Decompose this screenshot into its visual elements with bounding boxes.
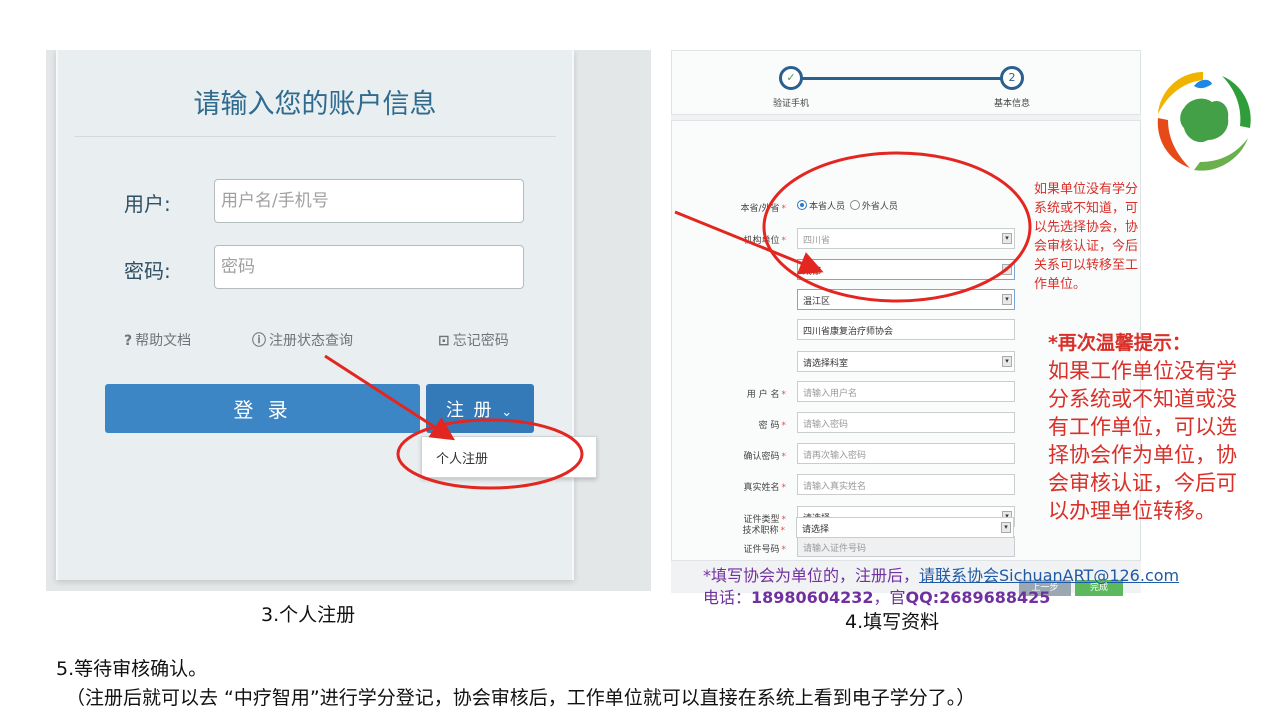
org-name-select[interactable]: 四川省康复治疗师协会 bbox=[797, 319, 1015, 340]
caption-right: 4.填写资料 bbox=[845, 611, 940, 633]
check-icon: ✓ bbox=[779, 66, 803, 90]
form-password-input[interactable]: 请输入密码 bbox=[797, 412, 1015, 433]
idno-label: 证件号码 * bbox=[743, 545, 786, 555]
step5-note: （注册后就可以去 “中疗智用”进行学分登记，协会审核后，工作单位就可以直接在系统… bbox=[66, 687, 976, 709]
org-dept-select[interactable]: 请选择科室 ▾ bbox=[797, 351, 1015, 372]
dropdown-arrow-icon: ▾ bbox=[1002, 264, 1012, 275]
tech-title-select[interactable]: 请选择 ▾ bbox=[796, 517, 1014, 538]
username-input[interactable] bbox=[214, 179, 524, 223]
realname-input[interactable]: 请输入真实姓名 bbox=[797, 474, 1015, 495]
radio-other[interactable] bbox=[849, 200, 860, 210]
user-label: 用户: bbox=[124, 192, 171, 216]
step2-circle: 2 bbox=[1000, 66, 1024, 90]
status-query-label: 注册状态查询 bbox=[269, 333, 353, 349]
province-label: 本省/外省 * bbox=[740, 204, 786, 214]
login-button[interactable]: 登 录 bbox=[105, 384, 420, 433]
org-province-select[interactable]: 四川省 ▾ bbox=[797, 228, 1015, 249]
contact-email-link[interactable]: 请联系协会SichuanART@126.com bbox=[919, 566, 1179, 585]
dropdown-arrow-icon: ▾ bbox=[1002, 294, 1012, 305]
login-card: 请输入您的账户信息 用户: 密码: ?帮助文档 ⓘ注册状态查询 ⊡忘记密码 登 … bbox=[56, 50, 574, 580]
password-label: 密码: bbox=[124, 259, 171, 283]
step-line bbox=[800, 77, 1012, 80]
step-bar: ✓ 2 验证手机 基本信息 bbox=[671, 50, 1141, 115]
login-screenshot: 请输入您的账户信息 用户: 密码: ?帮助文档 ⓘ注册状态查询 ⊡忘记密码 登 … bbox=[46, 50, 651, 591]
forgot-password-link[interactable]: ⊡ 忘记密码 bbox=[438, 330, 509, 350]
personal-register-item[interactable]: 个人注册 bbox=[436, 448, 488, 467]
step2-label: 基本信息 bbox=[994, 99, 1031, 109]
confirm-label: 确认密码 * bbox=[743, 452, 786, 462]
login-title: 请输入您的账户信息 bbox=[193, 89, 437, 120]
confirm-password-input[interactable]: 请再次输入密码 bbox=[797, 443, 1015, 464]
tip-body: 如果工作单位没有学分系统或不知道或没有工作单位，可以选择协会作为单位，协会审核认… bbox=[1048, 359, 1237, 523]
org-label: 机构单位 * bbox=[743, 236, 786, 246]
dropdown-arrow-icon: ▾ bbox=[1001, 522, 1011, 533]
status-query-link[interactable]: ⓘ 注册状态查询 bbox=[252, 330, 353, 350]
register-button[interactable]: 注 册 ⌄ bbox=[426, 384, 534, 433]
step1-label: 验证手机 bbox=[773, 99, 810, 109]
realname-label: 真实姓名 * bbox=[743, 483, 786, 493]
help-doc-label: 帮助文档 bbox=[135, 333, 192, 349]
form-username-input[interactable]: 请输入用户名 bbox=[797, 381, 1015, 402]
tip-title: *再次温馨提示： bbox=[1048, 332, 1191, 354]
form-password-label: 密 码 * bbox=[758, 421, 786, 431]
register-dropdown: 个人注册 bbox=[421, 436, 597, 478]
province-radio-group[interactable]: 本省人员 外省人员 bbox=[797, 199, 898, 212]
dropdown-arrow-icon: ▾ bbox=[1002, 356, 1012, 367]
annotation-note: 如果单位没有学分系统或不知道，可以先选择协会，协会审核认证，今后关系可以转移至工… bbox=[1034, 182, 1139, 292]
help-doc-link[interactable]: ? 帮助文档 bbox=[124, 330, 191, 350]
contact-line-1: *填写协会为单位的，注册后，请联系协会SichuanART@126.com bbox=[703, 566, 1180, 585]
slide: 请输入您的账户信息 用户: 密码: ?帮助文档 ⓘ注册状态查询 ⊡忘记密码 登 … bbox=[0, 0, 1280, 720]
divider bbox=[74, 136, 556, 137]
org-city-select[interactable]: 成都 ▾ bbox=[797, 259, 1015, 280]
chevron-down-icon: ⌄ bbox=[501, 404, 515, 420]
idno-input[interactable]: 请输入证件号码 bbox=[797, 536, 1015, 557]
register-label: 注 册 bbox=[445, 399, 494, 421]
radio-local[interactable] bbox=[797, 200, 807, 210]
question-icon: ? bbox=[124, 333, 133, 349]
caption-left: 3.个人注册 bbox=[261, 604, 356, 626]
username-label: 用 户 名 * bbox=[746, 390, 786, 400]
lock-icon: ⊡ bbox=[438, 333, 450, 349]
password-input[interactable] bbox=[214, 245, 524, 289]
step5-title: 5.等待审核确认。 bbox=[56, 658, 208, 680]
dropdown-arrow-icon: ▾ bbox=[1002, 233, 1012, 244]
info-icon: ⓘ bbox=[252, 333, 266, 349]
association-logo-icon bbox=[1157, 72, 1251, 171]
contact-line-2: 电话：18980604232，官QQ:2689688425 bbox=[703, 588, 1051, 607]
org-district-select[interactable]: 温江区 ▾ bbox=[797, 289, 1015, 310]
forgot-label: 忘记密码 bbox=[452, 333, 509, 349]
tech-title-label: 技术职称 * bbox=[742, 526, 785, 536]
